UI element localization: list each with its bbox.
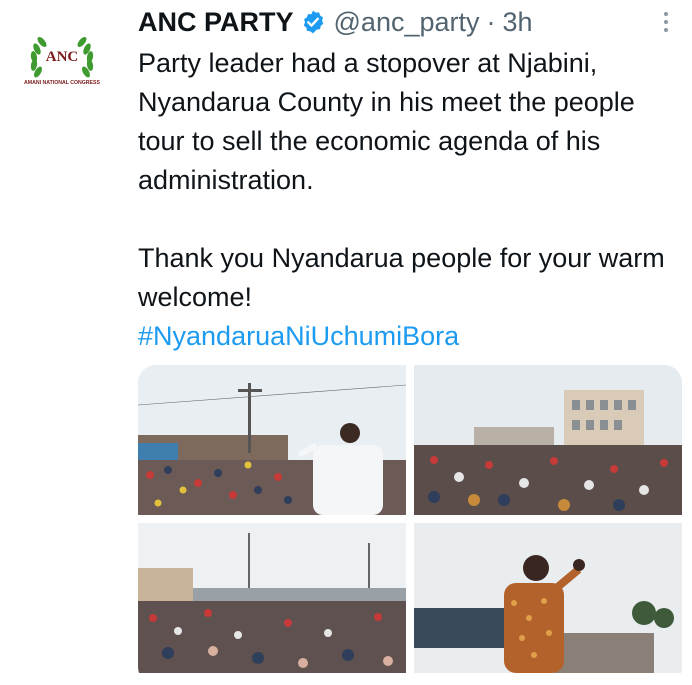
rally-photo-icon	[414, 365, 682, 515]
rally-photo-icon	[414, 523, 682, 673]
media-photo-3[interactable]	[138, 523, 406, 673]
media-photo-1[interactable]	[138, 365, 406, 515]
svg-text:AMANI NATIONAL CONGRESS: AMANI NATIONAL CONGRESS	[24, 80, 100, 86]
media-grid	[138, 365, 682, 685]
timestamp[interactable]: 3h	[503, 4, 533, 40]
avatar[interactable]: ANC AMANI NATIONAL CONGRESS	[22, 32, 102, 92]
author-name[interactable]: ANC PARTY	[138, 4, 294, 40]
media-photo-4[interactable]	[414, 523, 682, 673]
tweet-paragraph-2: Thank you Nyandarua people for your warm…	[138, 243, 665, 312]
hashtag-link[interactable]: #NyandaruaNiUchumiBora	[138, 321, 459, 351]
verified-badge-icon	[303, 10, 323, 34]
rally-photo-icon	[138, 523, 406, 673]
tweet-text: Party leader had a stopover at Njabini, …	[138, 44, 683, 356]
svg-text:ANC: ANC	[46, 49, 79, 65]
media-photo-2[interactable]	[414, 365, 682, 515]
author-handle[interactable]: @anc_party	[334, 4, 480, 40]
separator: ·	[486, 7, 496, 37]
tweet-header: ANC PARTY @anc_party · 3h	[138, 4, 533, 40]
more-options-icon[interactable]	[654, 8, 678, 36]
anc-logo-icon: ANC AMANI NATIONAL CONGRESS	[24, 37, 100, 86]
rally-photo-icon	[138, 365, 406, 515]
tweet-paragraph-1: Party leader had a stopover at Njabini, …	[138, 48, 635, 195]
